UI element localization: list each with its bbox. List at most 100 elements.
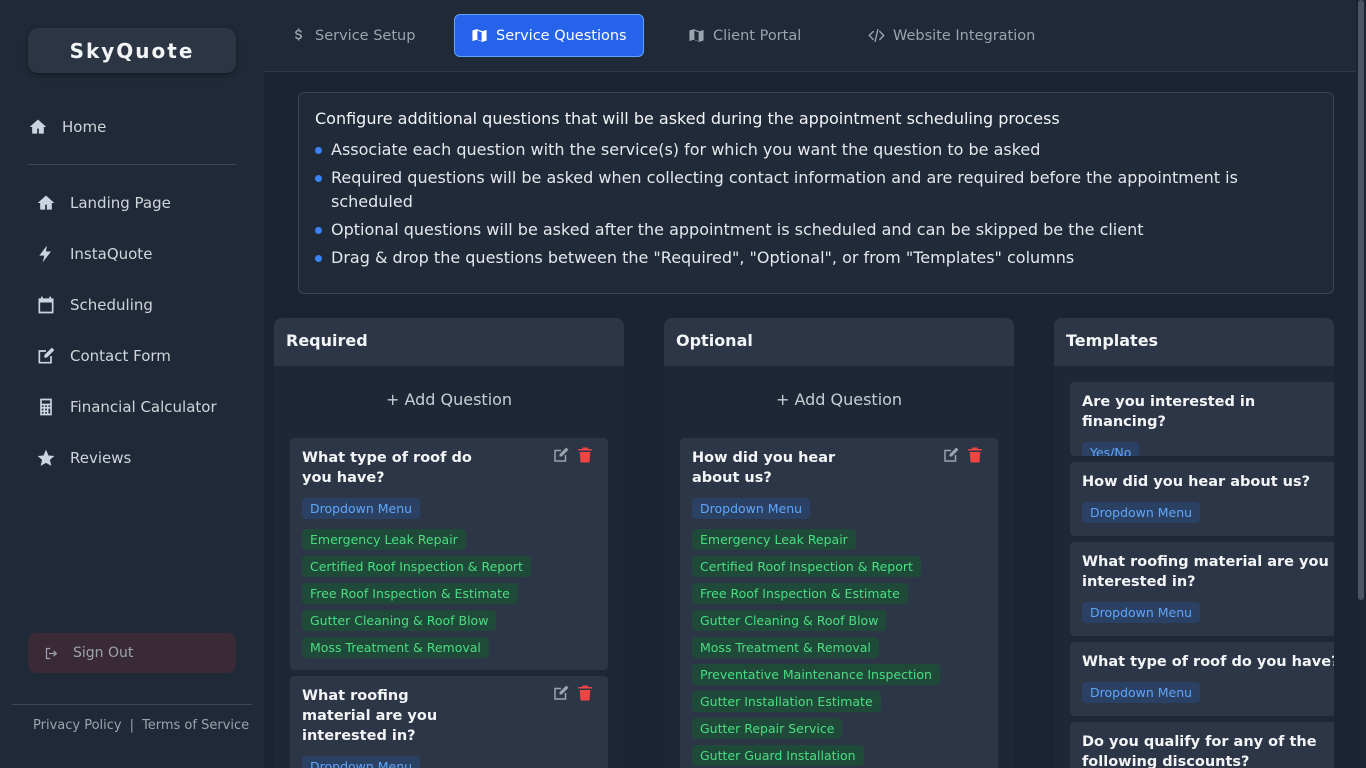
instructions-panel: Configure additional questions that will… — [298, 92, 1334, 294]
sidebar-item-label: Landing Page — [70, 194, 171, 212]
column-title: Optional — [664, 318, 1014, 366]
tab-client-portal[interactable]: Client Portal — [672, 14, 817, 57]
privacy-policy-link[interactable]: Privacy Policy — [33, 718, 122, 733]
instructions-list: Associate each question with the service… — [315, 138, 1317, 270]
scrollbar-thumb[interactable] — [1358, 0, 1364, 600]
sidebar-divider — [28, 164, 236, 165]
question-card[interactable]: How did you hear about us? Dropdown Menu… — [680, 438, 998, 768]
instructions-heading: Configure additional questions that will… — [315, 109, 1060, 128]
question-card[interactable]: What type of roof do you have? Dropdown … — [290, 438, 608, 670]
sidebar-item-label: Contact Form — [70, 347, 171, 365]
calculator-icon — [40, 398, 52, 416]
sidebar-item-label: Scheduling — [70, 296, 153, 314]
sidebar-item-contact-form[interactable]: Contact Form — [36, 341, 171, 371]
card-actions — [552, 684, 594, 702]
column-title: Required — [274, 318, 624, 366]
service-tags: Emergency Leak Repair Certified Roof Ins… — [692, 529, 986, 768]
edit-icon[interactable] — [942, 446, 960, 464]
template-title: What type of roof do you have? — [1082, 654, 1334, 670]
sidebar-item-label: InstaQuote — [70, 245, 153, 263]
terms-of-service-link[interactable]: Terms of Service — [142, 718, 249, 733]
service-tag: Certified Roof Inspection & Report — [692, 556, 921, 577]
instruction-item: Optional questions will be asked after t… — [315, 218, 1317, 242]
trash-icon[interactable] — [576, 684, 594, 702]
tab-label: Service Questions — [496, 27, 627, 44]
plus-icon: + — [385, 390, 400, 409]
question-card[interactable]: What roofing material are you interested… — [290, 676, 608, 768]
service-tag: Preventative Maintenance Inspection — [692, 664, 940, 685]
optional-column: Optional + Add Question How did you hear… — [664, 318, 1014, 768]
service-tag: Gutter Guard Installation — [692, 745, 864, 766]
service-tag: Gutter Installation Estimate — [692, 691, 881, 712]
add-question-label: Add Question — [404, 390, 513, 409]
add-question-label: Add Question — [794, 390, 903, 409]
sign-out-icon — [45, 647, 58, 659]
tab-service-setup[interactable]: Service Setup — [274, 14, 431, 57]
question-type-badge: Dropdown Menu — [692, 498, 811, 519]
edit-icon[interactable] — [552, 446, 570, 464]
sidebar-item-home[interactable]: Home — [28, 112, 106, 142]
sidebar-item-reviews[interactable]: Reviews — [36, 443, 131, 473]
templates-column: Templates Are you interested in financin… — [1054, 318, 1334, 768]
edit-icon — [38, 347, 55, 364]
edit-icon[interactable] — [552, 684, 570, 702]
tab-website-integration[interactable]: Website Integration — [852, 14, 1051, 57]
page-scrollbar[interactable] — [1356, 0, 1366, 768]
template-card[interactable]: Do you qualify for any of the following … — [1070, 722, 1334, 768]
card-actions — [552, 446, 594, 464]
service-tag: Moss Treatment & Removal — [692, 637, 879, 658]
sidebar-item-financial-calculator[interactable]: Financial Calculator — [36, 392, 217, 422]
bolt-icon — [39, 245, 51, 263]
tab-label: Client Portal — [713, 27, 802, 44]
tab-service-questions[interactable]: Service Questions — [454, 14, 644, 57]
question-type-badge: Dropdown Menu — [302, 498, 421, 519]
question-type-badge: Yes/No — [1082, 442, 1140, 456]
sidebar-item-instaquote[interactable]: InstaQuote — [36, 239, 152, 269]
sidebar-item-label: Financial Calculator — [70, 398, 217, 416]
service-tag: Free Roof Inspection & Estimate — [302, 583, 518, 604]
service-tag: Gutter Cleaning & Roof Blow — [692, 610, 887, 631]
template-card[interactable]: What roofing material are you interested… — [1070, 542, 1334, 636]
instruction-item: Required questions will be asked when co… — [315, 166, 1317, 214]
add-question-button[interactable]: + Add Question — [664, 390, 1014, 409]
template-card[interactable]: How did you hear about us? Dropdown Menu — [1070, 462, 1334, 536]
service-tag: Free Roof Inspection & Estimate — [692, 583, 908, 604]
app-logo[interactable]: SkyQuote — [28, 28, 236, 73]
sidebar-footer: Privacy Policy | Terms of Service — [33, 718, 249, 733]
sign-out-button[interactable]: Sign Out — [28, 633, 236, 673]
service-tag: Emergency Leak Repair — [302, 529, 466, 550]
service-tags: Emergency Leak Repair Certified Roof Ins… — [302, 529, 596, 664]
template-title: Do you qualify for any of the following … — [1082, 734, 1317, 768]
question-title: What roofing material are you interested… — [302, 688, 438, 744]
star-icon — [37, 449, 55, 466]
home-icon — [37, 195, 55, 210]
question-type-badge: Dropdown Menu — [1082, 602, 1201, 623]
column-title: Templates — [1054, 318, 1334, 366]
home-icon — [29, 119, 47, 134]
service-tag: Gutter Cleaning & Roof Blow — [302, 610, 497, 631]
tab-label: Website Integration — [893, 27, 1036, 44]
question-title: How did you hear about us? — [692, 450, 836, 486]
template-card[interactable]: Are you interested in financing? Yes/No — [1070, 382, 1334, 456]
top-tabs: Service Setup Service Questions Client P… — [264, 0, 1356, 72]
trash-icon[interactable] — [966, 446, 984, 464]
template-title: How did you hear about us? — [1082, 474, 1311, 490]
question-title: What type of roof do you have? — [302, 450, 472, 486]
service-tag: Gutter Repair Service — [692, 718, 843, 739]
sidebar: SkyQuote Home Landing Page InstaQuote Sc… — [0, 0, 264, 768]
map-icon — [689, 29, 704, 42]
dollar-icon — [294, 28, 302, 41]
card-actions — [942, 446, 984, 464]
footer-separator: | — [129, 718, 134, 733]
question-type-badge: Dropdown Menu — [1082, 682, 1201, 703]
trash-icon[interactable] — [576, 446, 594, 464]
plus-icon: + — [775, 390, 790, 409]
template-card[interactable]: What type of roof do you have? Dropdown … — [1070, 642, 1334, 716]
sidebar-item-landing-page[interactable]: Landing Page — [36, 188, 171, 218]
sidebar-item-label: Home — [62, 118, 107, 136]
template-title: What roofing material are you interested… — [1082, 554, 1329, 590]
sidebar-item-scheduling[interactable]: Scheduling — [36, 290, 153, 320]
code-icon — [868, 29, 885, 42]
add-question-button[interactable]: + Add Question — [274, 390, 624, 409]
service-tag: Moss Treatment & Removal — [302, 637, 489, 658]
